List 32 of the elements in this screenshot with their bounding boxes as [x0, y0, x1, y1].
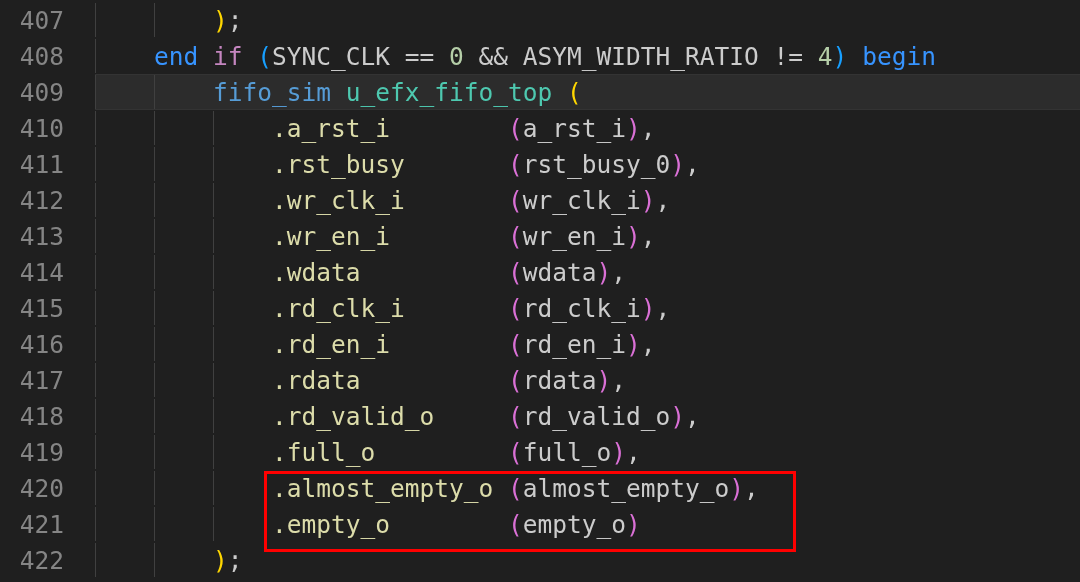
line-number: 407	[18, 5, 65, 35]
line-number: 419	[18, 437, 65, 467]
code-line: fifo_sim u_efx_fifo_top (	[212, 77, 582, 107]
code-line: );	[212, 545, 243, 575]
code-line: .rd_clk_i (rd_clk_i),	[271, 293, 671, 323]
line-number: 415	[18, 293, 65, 323]
line-number: 409	[18, 77, 65, 107]
code-line: .full_o (full_o),	[271, 437, 641, 467]
code-line: .wr_en_i (wr_en_i),	[271, 221, 656, 251]
line-number: 408	[18, 41, 65, 71]
line-number: 420	[18, 473, 65, 503]
line-number: 417	[18, 365, 65, 395]
line-number: 422	[18, 545, 65, 575]
code-line: .a_rst_i (a_rst_i),	[271, 113, 656, 143]
code-line: .almost_empty_o (almost_empty_o),	[271, 473, 759, 503]
line-number: 418	[18, 401, 65, 431]
code-line: end if (SYNC_CLK == 0 && ASYM_WIDTH_RATIO != 4) begin	[153, 41, 936, 71]
line-number: 421	[18, 509, 65, 539]
code-line: .rd_en_i (rd_en_i),	[271, 329, 656, 359]
code-line: .empty_o (empty_o)	[271, 509, 641, 539]
line-number: 410	[18, 113, 65, 143]
line-number: 411	[18, 149, 65, 179]
line-number: 412	[18, 185, 65, 215]
code-line: .wdata (wdata),	[271, 257, 627, 287]
code-line: .rst_busy (rst_busy_0),	[271, 149, 700, 179]
code-line: .rd_valid_o (rd_valid_o),	[271, 401, 700, 431]
code-line: .rdata (rdata),	[271, 365, 627, 395]
line-number: 416	[18, 329, 65, 359]
line-number: 414	[18, 257, 65, 287]
code-line: );	[212, 5, 243, 35]
line-number: 413	[18, 221, 65, 251]
code-line: .wr_clk_i (wr_clk_i),	[271, 185, 671, 215]
